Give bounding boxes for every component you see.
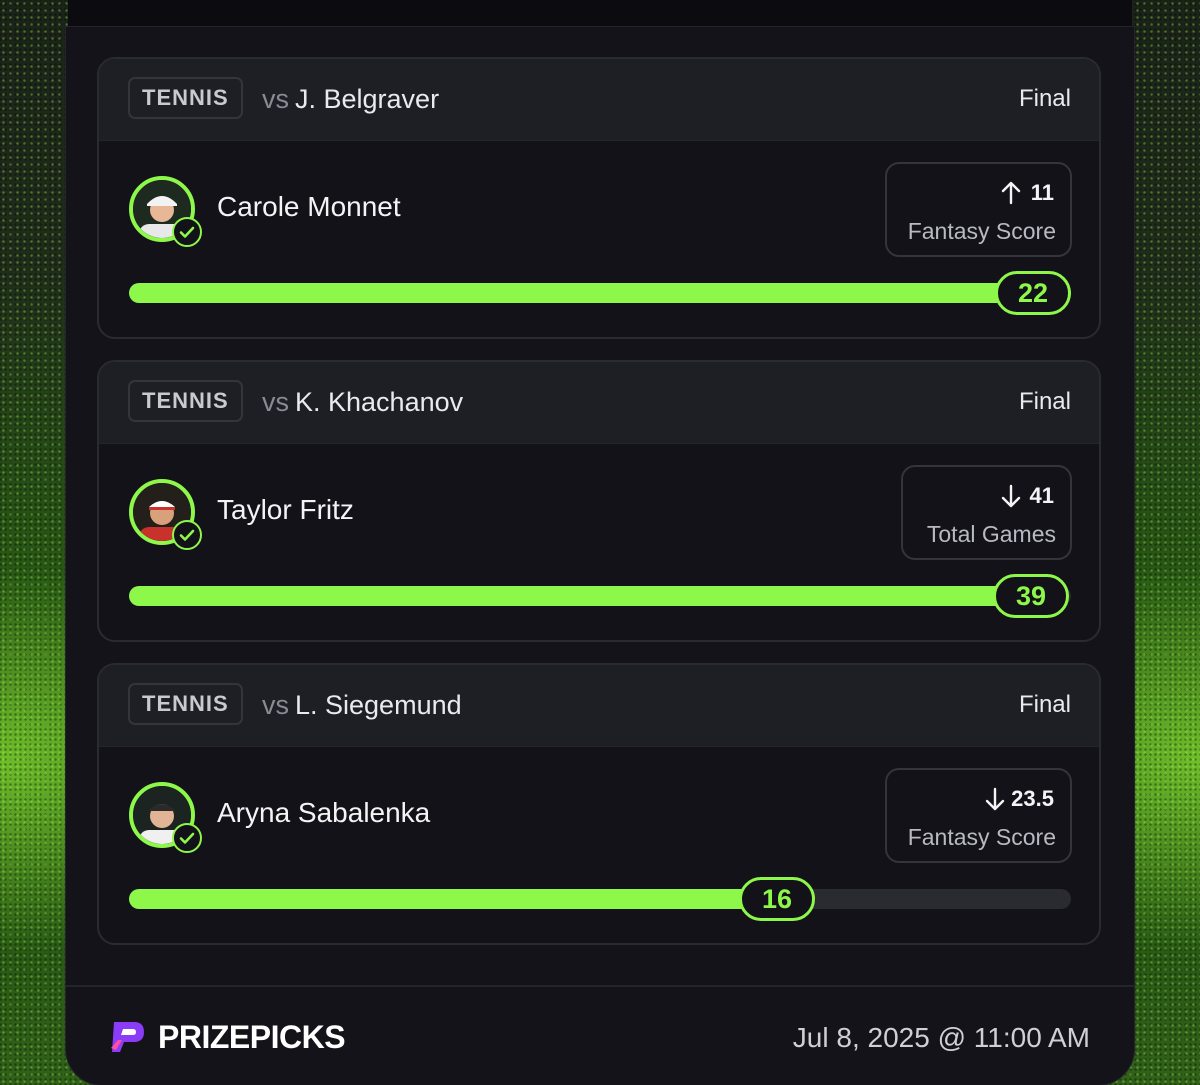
vs-label: vs (262, 690, 289, 720)
pick-card[interactable]: TENNIS vs L. Siegemund Final Aryna Sabale… (97, 663, 1101, 945)
check-icon (172, 217, 202, 247)
stat-box: 11 Fantasy Score (885, 162, 1072, 257)
stat-type: Fantasy Score (907, 218, 1056, 244)
progress-track: 39 (129, 574, 1071, 618)
result-pill: 39 (993, 574, 1069, 618)
opponent-name: J. Belgraver (295, 84, 440, 114)
player-name: Taylor Fritz (217, 494, 354, 525)
opponent-name: K. Khachanov (295, 387, 464, 417)
arrow-up-icon (1001, 181, 1021, 205)
projection-line: 23.5 (1011, 786, 1054, 811)
check-icon (172, 520, 202, 550)
stat-box: 41 Total Games (901, 465, 1072, 560)
check-icon (172, 823, 202, 853)
pick-card[interactable]: TENNIS vs K. Khachanov Final Taylor Fritz… (97, 360, 1101, 642)
projection-line: 11 (1030, 180, 1054, 205)
vs-label: vs (262, 84, 289, 114)
player-name: Aryna Sabalenka (217, 797, 431, 828)
arrow-down-icon (985, 787, 1005, 811)
progress-track: 16 (129, 877, 1071, 921)
sport-tag: TENNIS (128, 77, 243, 119)
top-strip (68, 0, 1132, 27)
progress-fill (129, 283, 1071, 303)
player-name: Carole Monnet (217, 191, 401, 222)
matchup: vs L. Siegemund (262, 687, 462, 723)
progress-track: 22 (129, 271, 1071, 315)
stat-type: Fantasy Score (907, 824, 1056, 850)
projection-line: 41 (1029, 483, 1054, 508)
matchup: vs K. Khachanov (262, 384, 463, 420)
brand-wordmark: PRIZEPICKS (158, 1019, 346, 1055)
arrow-down-icon (1001, 484, 1021, 508)
result-pill: 16 (739, 877, 815, 921)
lineup-datetime: Jul 8, 2025 @ 11:00 AM (792, 1022, 1090, 1053)
opponent-name: L. Siegemund (295, 690, 462, 720)
vs-label: vs (262, 387, 289, 417)
game-status: Final (1018, 85, 1071, 112)
progress-fill (129, 889, 771, 909)
game-status: Final (1018, 388, 1071, 415)
progress-fill (129, 586, 1025, 606)
sport-tag: TENNIS (128, 683, 243, 725)
card-header: TENNIS vs L. Siegemund Final (99, 665, 1099, 747)
stat-type: Total Games (926, 521, 1056, 547)
result-pill: 22 (995, 271, 1071, 315)
sport-tag: TENNIS (128, 380, 243, 422)
game-status: Final (1018, 691, 1071, 718)
prizepicks-logo-icon (111, 1022, 144, 1052)
card-header: TENNIS vs J. Belgraver Final (99, 59, 1099, 141)
footer-divider (66, 985, 1134, 987)
card-header: TENNIS vs K. Khachanov Final (99, 362, 1099, 444)
pick-card[interactable]: TENNIS vs J. Belgraver Final Carole Monne… (97, 57, 1101, 339)
stat-box: 23.5 Fantasy Score (885, 768, 1072, 863)
matchup: vs J. Belgraver (262, 81, 439, 117)
